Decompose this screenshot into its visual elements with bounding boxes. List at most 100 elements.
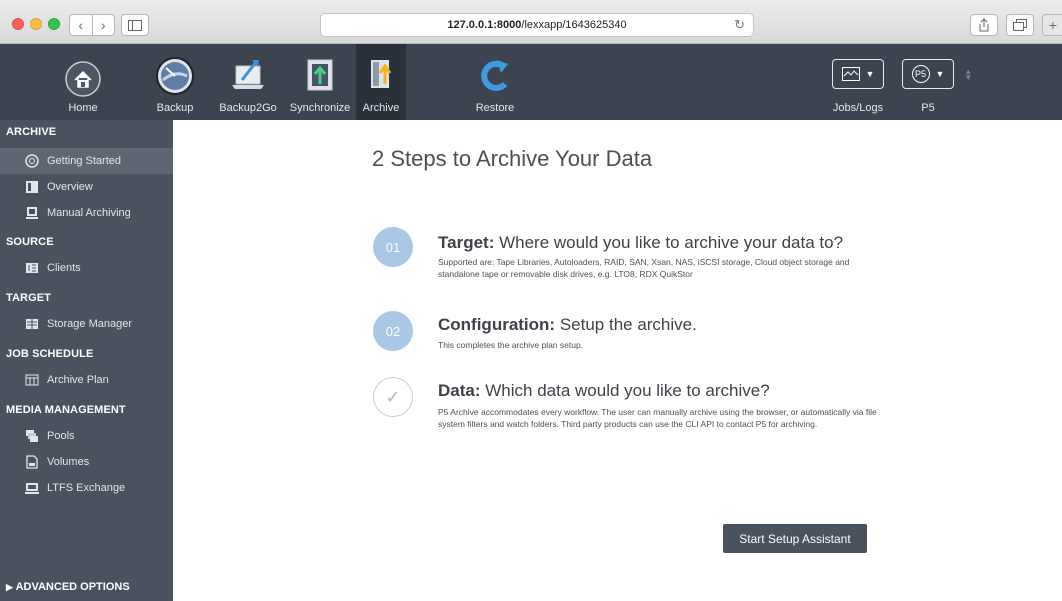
checkmark-icon: ✓ — [373, 377, 413, 417]
tabs-button[interactable] — [1006, 14, 1034, 36]
toolbar-label: Synchronize — [289, 102, 351, 114]
sidebar-item-manual-archiving[interactable]: Manual Archiving — [0, 200, 173, 226]
step-heading-text: Which data would you like to archive? — [480, 381, 770, 400]
overview-icon — [26, 181, 38, 193]
page-title: 2 Steps to Archive Your Data — [372, 146, 653, 171]
sidebar-item-label: Volumes — [47, 456, 90, 468]
sidebar-item-storage-manager[interactable]: Storage Manager — [0, 311, 173, 337]
address-bar[interactable]: 127.0.0.1:8000/lexxapp/1643625340 ↻ — [320, 13, 754, 37]
section-source: SOURCE — [6, 236, 54, 248]
sidebar-item-label: Storage Manager — [47, 318, 132, 330]
ltfs-icon — [25, 483, 39, 494]
toolbar-backup[interactable]: Backup — [155, 44, 195, 120]
chevron-down-icon: ▼ — [865, 69, 875, 79]
step-heading-text: Setup the archive. — [555, 315, 697, 334]
section-target: TARGET — [6, 292, 52, 304]
sidebar-item-pools[interactable]: Pools — [0, 423, 173, 449]
section-job-schedule: JOB SCHEDULE — [6, 348, 94, 360]
sidebar-item-overview[interactable]: Overview — [0, 174, 173, 200]
start-setup-assistant-button[interactable]: Start Setup Assistant — [723, 524, 867, 553]
synchronize-icon — [307, 59, 333, 91]
advanced-options-label: ADVANCED OPTIONS — [15, 581, 130, 593]
step-number-badge: 01 — [373, 227, 413, 267]
sidebar-icon — [128, 19, 142, 31]
main-content: 2 Steps to Archive Your Data 01 Target: … — [173, 120, 1062, 601]
app-toolbar: Home Backup Backup2Go Synchronize Archiv… — [0, 44, 1062, 120]
sidebar-item-volumes[interactable]: Volumes — [0, 449, 173, 475]
advanced-options-toggle[interactable]: ▶ ADVANCED OPTIONS — [6, 581, 130, 593]
sidebar-item-label: Archive Plan — [47, 374, 109, 386]
toolbar-synchronize[interactable]: Synchronize — [290, 44, 350, 120]
backup-gauge-icon — [156, 57, 194, 95]
sidebar-item-label: LTFS Exchange — [47, 482, 126, 494]
url-path: /lexxapp/1643625340 — [521, 19, 627, 31]
triangle-right-icon: ▶ — [6, 582, 13, 592]
toolbar-restore[interactable]: Restore — [470, 44, 520, 120]
monitor-chart-icon — [841, 67, 860, 81]
reload-icon[interactable]: ↻ — [734, 17, 745, 33]
toolbar-label: P5 — [921, 102, 935, 114]
step-heading: Target: Where would you like to archive … — [438, 233, 843, 253]
resize-handle-icon[interactable]: ▴ ▾ — [966, 67, 971, 82]
pools-icon — [26, 430, 38, 442]
toolbar-label: Backup — [156, 102, 194, 114]
section-archive: ARCHIVE — [6, 126, 57, 138]
step-heading: Data: Which data would you like to archi… — [438, 381, 770, 401]
lifebuoy-icon — [25, 154, 39, 168]
toolbar-label: Jobs/Logs — [832, 102, 884, 114]
plan-icon — [25, 374, 39, 386]
sidebar-item-clients[interactable]: Clients — [0, 255, 173, 281]
sidebar-item-label: Overview — [47, 181, 93, 193]
sidebar: ARCHIVE Getting Started Overview Manual … — [0, 120, 173, 601]
step-description: P5 Archive accommodates every workflow. … — [438, 407, 877, 429]
step-heading-key: Target: — [438, 233, 495, 252]
toolbar-archive[interactable]: Archive — [356, 44, 406, 120]
step-description: Supported are: Tape Libraries, Autoloade… — [438, 257, 850, 279]
back-icon[interactable]: ‹ — [70, 15, 93, 35]
sidebar-item-archive-plan[interactable]: Archive Plan — [0, 367, 173, 393]
sidebar-item-ltfs-exchange[interactable]: LTFS Exchange — [0, 475, 173, 501]
toolbar-p5[interactable]: P5 ▼ P5 — [898, 44, 958, 120]
toolbar-jobs-logs[interactable]: ▼ Jobs/Logs — [826, 44, 890, 120]
volumes-icon — [26, 455, 38, 469]
share-button[interactable] — [970, 14, 998, 36]
laptop-icon — [232, 60, 264, 89]
share-icon — [979, 18, 989, 32]
restore-icon — [481, 60, 508, 91]
url-host: 127.0.0.1:8000 — [447, 19, 522, 31]
minimize-window-button[interactable] — [30, 18, 42, 30]
sidebar-item-getting-started[interactable]: Getting Started — [0, 148, 173, 174]
step-heading-key: Data: — [438, 381, 481, 400]
forward-icon[interactable]: › — [93, 15, 115, 35]
sidebar-item-label: Manual Archiving — [47, 207, 131, 219]
archive-icon — [371, 60, 392, 88]
clients-icon — [26, 263, 38, 273]
p5-dropdown[interactable]: P5 ▼ — [902, 59, 954, 89]
sidebar-item-label: Getting Started — [47, 155, 121, 167]
browser-chrome: ‹ › 127.0.0.1:8000/lexxapp/1643625340 ↻ … — [0, 0, 1062, 44]
history-nav: ‹ › — [69, 14, 115, 36]
close-window-button[interactable] — [12, 18, 24, 30]
step-heading-key: Configuration: — [438, 315, 556, 334]
new-tab-button[interactable]: + — [1042, 14, 1062, 36]
toolbar-backup2go[interactable]: Backup2Go — [219, 44, 277, 120]
plus-icon: + — [1048, 17, 1058, 33]
sidebar-item-label: Clients — [47, 262, 81, 274]
manual-archive-icon — [26, 207, 38, 219]
jobs-logs-dropdown[interactable]: ▼ — [832, 59, 884, 89]
step-description: This completes the archive plan setup. — [438, 340, 584, 350]
toolbar-label: Archive — [362, 102, 400, 114]
storage-icon — [26, 319, 38, 329]
toolbar-home[interactable]: Home — [58, 44, 108, 120]
p5-logo-icon: P5 — [911, 65, 930, 83]
toolbar-label: Home — [68, 102, 98, 114]
zoom-window-button[interactable] — [48, 18, 60, 30]
step-number-badge: 02 — [373, 311, 413, 351]
toolbar-label: Restore — [475, 102, 515, 114]
tabs-icon — [1013, 19, 1027, 31]
home-icon — [65, 61, 101, 97]
step-heading-text: Where would you like to archive your dat… — [494, 233, 844, 252]
sidebar-toggle-button[interactable] — [121, 14, 149, 36]
section-media-management: MEDIA MANAGEMENT — [6, 404, 126, 416]
toolbar-label: Backup2Go — [219, 102, 277, 114]
